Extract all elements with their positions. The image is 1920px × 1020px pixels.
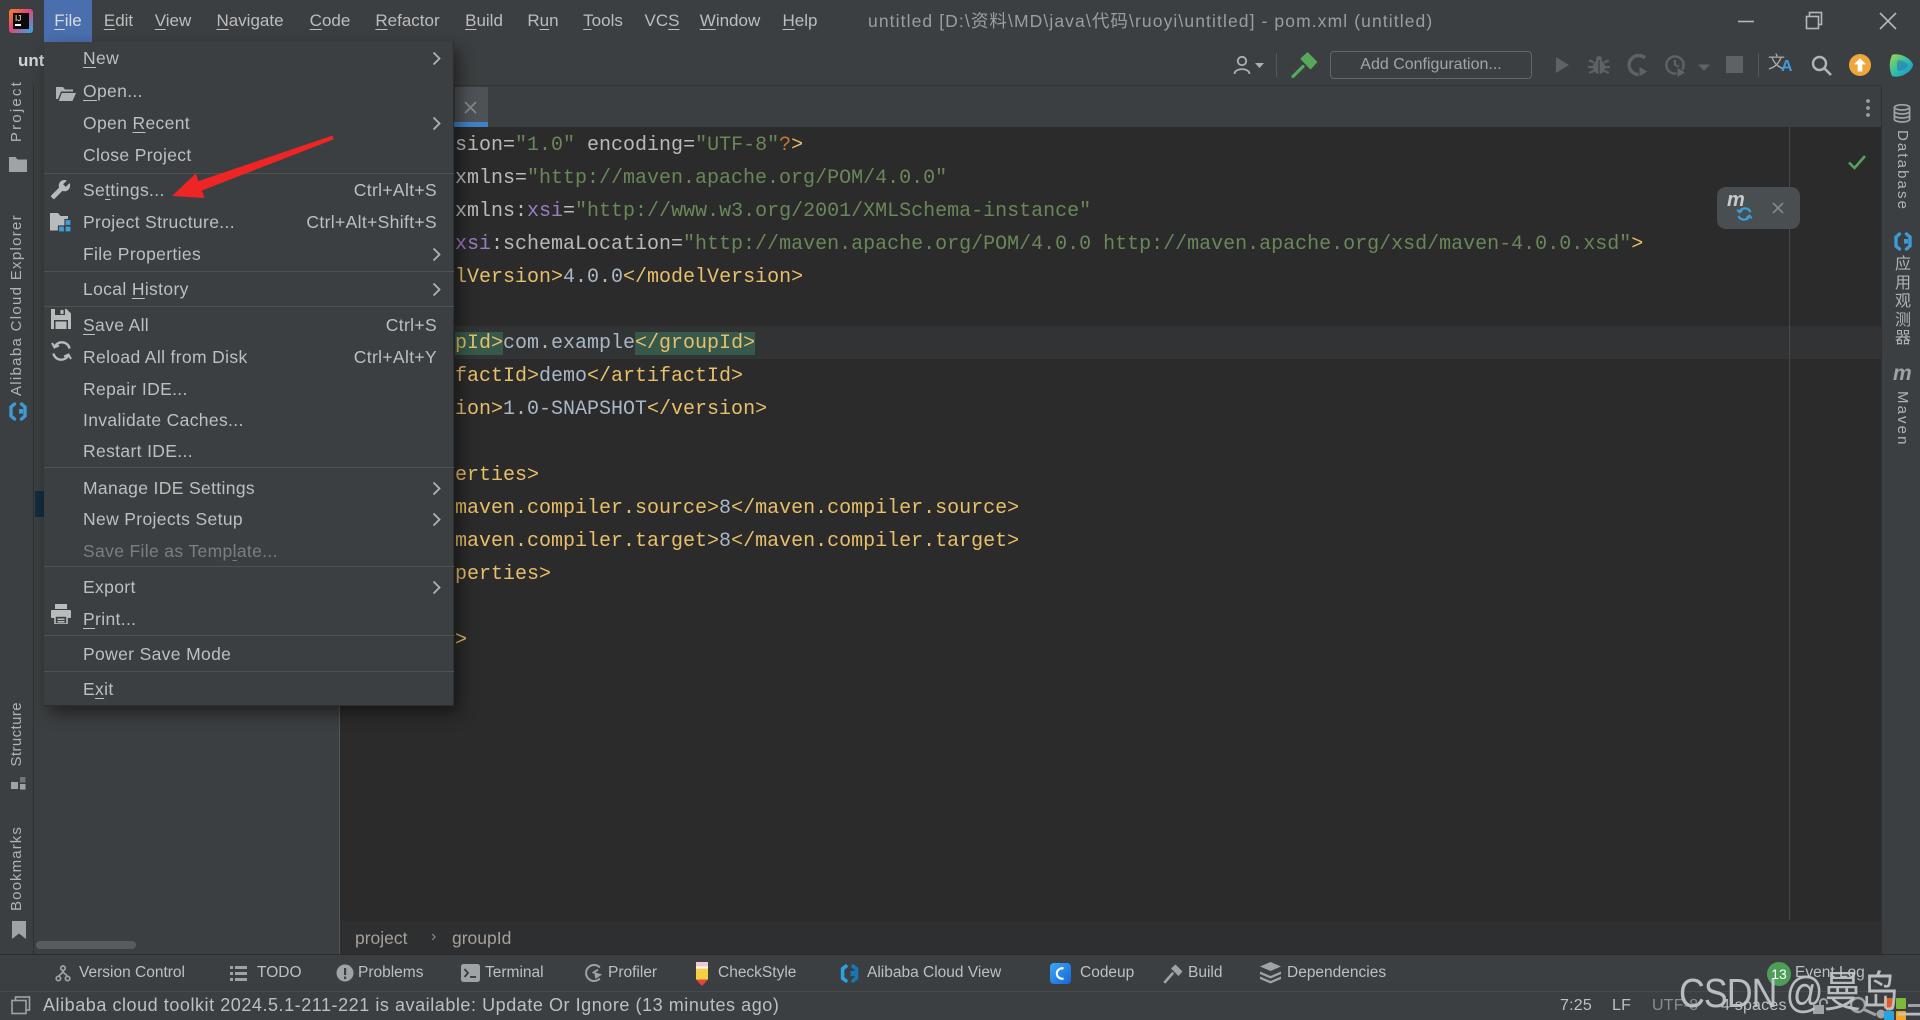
svg-text:IJ: IJ: [15, 14, 21, 23]
